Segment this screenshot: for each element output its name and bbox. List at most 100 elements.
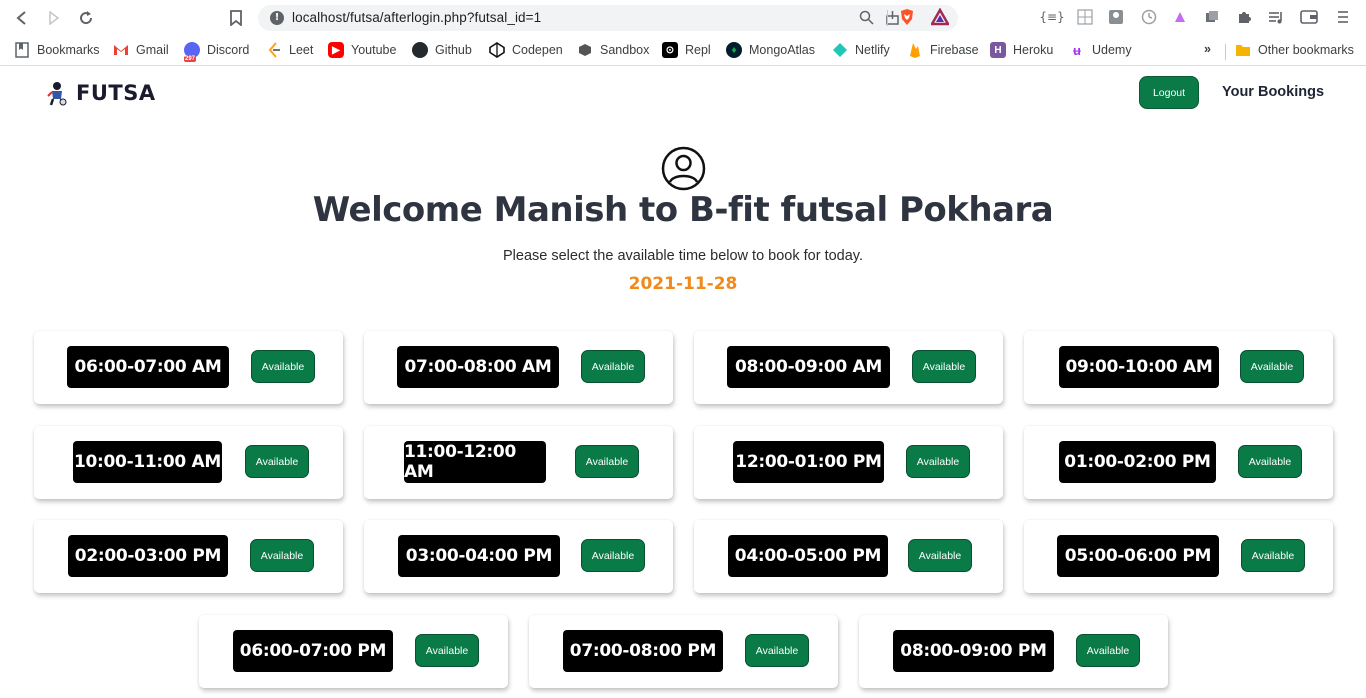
bookmark-label: Udemy xyxy=(1092,43,1132,57)
brave-rewards-icon[interactable] xyxy=(931,8,949,26)
url-text[interactable]: localhost/futsa/afterlogin.php?futsal_id… xyxy=(292,10,541,25)
available-button[interactable]: Available xyxy=(745,634,809,667)
brand[interactable]: FUTSA xyxy=(46,80,156,106)
bookmark-codepen[interactable]: Codepen xyxy=(489,42,563,58)
clock-extension-icon[interactable] xyxy=(1140,8,1158,26)
menu-kebab-icon[interactable] xyxy=(1334,8,1352,26)
bookmark-repl[interactable]: ⊙ Repl xyxy=(662,42,711,58)
available-button[interactable]: Available xyxy=(908,539,972,572)
time-slot-label: 03:00-04:00 PM xyxy=(398,535,560,577)
bookmark-label: Gmail xyxy=(136,43,169,57)
sandbox-icon xyxy=(577,42,593,58)
other-bookmarks[interactable]: Other bookmarks xyxy=(1235,42,1354,58)
time-slot-card: 01:00-02:00 PM Available xyxy=(1024,426,1333,499)
netlify-icon xyxy=(832,42,848,58)
available-button[interactable]: Available xyxy=(581,350,645,383)
available-button[interactable]: Available xyxy=(581,539,645,572)
available-button[interactable]: Available xyxy=(1241,539,1305,572)
bookmarks-divider xyxy=(1225,44,1226,60)
your-bookings-link[interactable]: Your Bookings xyxy=(1222,84,1324,100)
tab-manager-icon[interactable] xyxy=(1203,8,1221,26)
available-button[interactable]: Available xyxy=(906,445,970,478)
puzzle-extensions-icon[interactable] xyxy=(1235,8,1253,26)
heroku-icon: H xyxy=(990,42,1006,58)
bookmark-label: Netlify xyxy=(855,43,890,57)
folder-icon xyxy=(1235,42,1251,58)
bookmark-label: Leet xyxy=(289,43,314,57)
bookmark-youtube[interactable]: ▶ Youtube xyxy=(328,42,396,58)
bookmark-discord[interactable]: 297 Discord xyxy=(184,42,249,62)
time-slot-label: 06:00-07:00 AM xyxy=(67,346,229,388)
youtube-icon: ▶ xyxy=(328,42,344,58)
available-button[interactable]: Available xyxy=(1240,350,1304,383)
bookmark-label: Repl xyxy=(685,43,711,57)
bookmark-heroku[interactable]: H Heroku xyxy=(990,42,1053,58)
available-button[interactable]: Available xyxy=(251,350,315,383)
time-slot-label: 08:00-09:00 AM xyxy=(727,346,890,388)
bookmark-sandbox[interactable]: Sandbox xyxy=(577,42,649,58)
discord-badge: 297 xyxy=(184,56,197,62)
time-slot-card: 12:00-01:00 PM Available xyxy=(694,426,1003,499)
bookmark-star-icon[interactable] xyxy=(226,8,246,28)
more-bookmarks-button[interactable]: » xyxy=(1204,42,1211,56)
bookmark-label: Sandbox xyxy=(600,43,650,57)
time-slot-label: 06:00-07:00 PM xyxy=(233,630,393,672)
available-button[interactable]: Available xyxy=(415,634,479,667)
omnibox-divider xyxy=(887,10,888,26)
back-icon[interactable] xyxy=(12,8,32,28)
time-slot-card: 07:00-08:00 AM Available xyxy=(364,331,673,404)
bookmark-label: Bookmarks xyxy=(37,43,100,57)
time-slot-card: 08:00-09:00 AM Available xyxy=(694,331,1003,404)
time-slot-card: 11:00-12:00 AM Available xyxy=(364,426,673,499)
github-icon xyxy=(412,42,428,58)
time-slot-label: 05:00-06:00 PM xyxy=(1057,535,1219,577)
time-slot-label: 01:00-02:00 PM xyxy=(1059,441,1216,483)
bookmark-netlify[interactable]: Netlify xyxy=(832,42,890,58)
bookmark-mongoatlas[interactable]: ♦ MongoAtlas xyxy=(726,42,815,58)
bookmark-firebase[interactable]: Firebase xyxy=(907,42,979,58)
time-slot-label: 04:00-05:00 PM xyxy=(728,535,888,577)
time-slot-card: 09:00-10:00 AM Available xyxy=(1024,331,1333,404)
time-slot-label: 02:00-03:00 PM xyxy=(68,535,228,577)
address-bar[interactable]: ! localhost/futsa/afterlogin.php?futsal_… xyxy=(258,5,958,31)
mongodb-icon: ♦ xyxy=(726,42,742,58)
color-picker-icon[interactable] xyxy=(1171,8,1189,26)
bookmark-udemy[interactable]: ʉ Udemy xyxy=(1069,42,1132,58)
time-slot-label: 12:00-01:00 PM xyxy=(733,441,884,483)
bookmark-label: Codepen xyxy=(512,43,563,57)
bookmark-leet[interactable]: Leet xyxy=(266,42,313,58)
bookmark-github[interactable]: Github xyxy=(412,42,472,58)
available-button[interactable]: Available xyxy=(1076,634,1140,667)
bookmark-gmail[interactable]: Gmail xyxy=(113,42,169,58)
available-button[interactable]: Available xyxy=(1238,445,1302,478)
discord-icon: 297 xyxy=(184,42,200,62)
time-slot-card: 06:00-07:00 PM Available xyxy=(199,615,508,688)
bookmark-label: Github xyxy=(435,43,472,57)
firebase-icon xyxy=(907,42,923,58)
extension-grid-icon[interactable] xyxy=(1076,8,1094,26)
time-slot-label: 07:00-08:00 PM xyxy=(563,630,723,672)
logout-button[interactable]: Logout xyxy=(1139,76,1199,109)
bookmark-bookmarks[interactable]: Bookmarks xyxy=(14,42,100,58)
time-slot-card: 03:00-04:00 PM Available xyxy=(364,520,673,593)
brave-shield-icon[interactable] xyxy=(898,8,916,26)
welcome-heading: Welcome Manish to B-fit futsal Pokhara xyxy=(312,190,1054,230)
codepen-icon xyxy=(489,42,505,58)
reload-icon[interactable] xyxy=(76,8,96,28)
available-button[interactable]: Available xyxy=(250,539,314,572)
json-extension-icon[interactable]: {≡} xyxy=(1039,8,1064,26)
avatar-extension-icon[interactable] xyxy=(1107,8,1125,26)
available-button[interactable]: Available xyxy=(575,445,639,478)
site-info-icon[interactable]: ! xyxy=(270,11,284,25)
udemy-icon: ʉ xyxy=(1073,42,1081,58)
media-controls-icon[interactable] xyxy=(1267,8,1285,26)
bookmark-label: Heroku xyxy=(1013,43,1054,57)
time-slot-label: 07:00-08:00 AM xyxy=(397,346,559,388)
wallet-icon[interactable] xyxy=(1300,8,1318,26)
forward-icon[interactable] xyxy=(44,8,64,28)
available-button[interactable]: Available xyxy=(912,350,976,383)
available-button[interactable]: Available xyxy=(245,445,309,478)
bookmark-label: Youtube xyxy=(351,43,397,57)
time-slot-label: 10:00-11:00 AM xyxy=(73,441,222,483)
search-icon[interactable] xyxy=(859,10,874,29)
